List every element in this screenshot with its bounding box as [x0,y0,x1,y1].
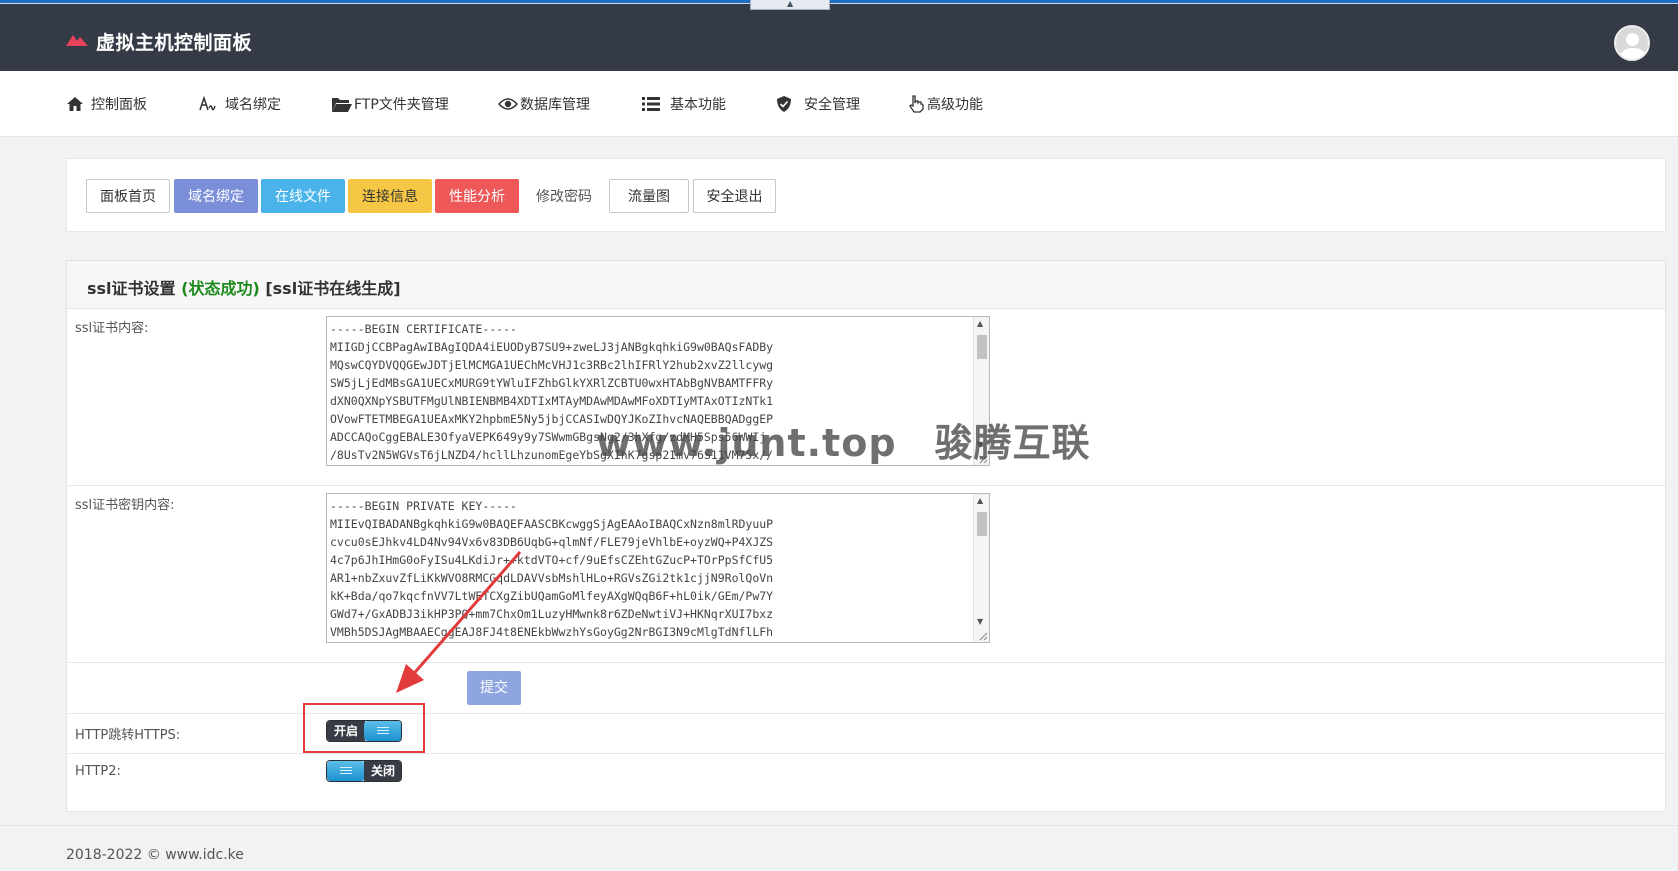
annotation-highlight-box [303,703,425,753]
scroll-up-icon[interactable]: ▲ [977,319,983,328]
ssl-title: ssl证书设置 [87,279,176,298]
key-content: -----BEGIN PRIVATE KEY----- MIIEvQIBADAN… [330,499,774,639]
nav-item-label: 域名绑定 [225,97,281,113]
nav-item-label: 高级功能 [927,97,983,113]
ssl-status: (状态成功) [181,279,260,298]
nav-item-ftp-folders[interactable]: FTP文件夹管理 [332,94,449,114]
logo-mountain-icon [66,35,88,46]
footer-copyright: 2018-2022 © www.idc.ke [66,847,244,863]
folder-open-icon [332,98,352,112]
card-header: ssl证书设置 (状态成功) [ssl证书在线生成] [67,261,1665,309]
http2-toggle[interactable]: 关闭 [326,760,402,782]
nav-item-advanced[interactable]: 高级功能 [908,94,983,114]
cert-label: ssl证书内容: [75,321,149,336]
watermark: www.junt.top 骏腾互联 [596,421,1091,465]
row-divider [67,485,1665,486]
main-nav: 控制面板 域名绑定 FTP文件夹管理 数据库管理 基本功能 安全管理 高级功能 [0,71,1678,137]
logout-button[interactable]: 安全退出 [693,179,776,213]
nav-item-domain-binding[interactable]: 域名绑定 [199,94,281,114]
traffic-chart-button[interactable]: 流量图 [609,179,689,213]
card-title: ssl证书设置 (状态成功) [ssl证书在线生成] [87,275,401,299]
connection-info-button[interactable]: 连接信息 [348,179,432,213]
app-title: 虚拟主机控制面板 [96,32,253,54]
key-label: ssl证书密钥内容: [75,498,175,513]
http2-label: HTTP2: [75,764,121,779]
nav-item-label: FTP文件夹管理 [354,97,449,113]
scroll-up-icon[interactable]: ▲ [977,496,983,505]
hand-pointer-icon [909,95,924,113]
nav-item-database[interactable]: 数据库管理 [498,94,590,114]
performance-analysis-button[interactable]: 性能分析 [435,179,519,213]
nav-item-label: 控制面板 [91,97,147,113]
eye-icon [498,98,518,110]
signature-icon [199,96,216,111]
scroll-down-icon[interactable]: ▼ [977,617,983,626]
nav-item-label: 基本功能 [670,97,726,113]
change-password-button[interactable]: 修改密码 [522,179,606,213]
header-bar: 虚拟主机控制面板 [0,4,1678,71]
domain-binding-button[interactable]: 域名绑定 [174,179,258,213]
chevron-up-icon: ▲ [787,0,794,8]
nav-item-basic-functions[interactable]: 基本功能 [642,94,726,114]
collapse-tab[interactable]: ▲ [750,0,830,10]
list-icon [642,97,660,111]
nav-item-label: 数据库管理 [520,97,590,113]
nav-item-label: 安全管理 [804,97,860,113]
quick-actions-panel: 面板首页 域名绑定 在线文件 连接信息 性能分析 修改密码 流量图 安全退出 [66,158,1666,232]
resize-grip-icon[interactable] [978,631,988,641]
nav-item-security[interactable]: 安全管理 [776,94,860,114]
toggle-state-label: 关闭 [364,761,401,781]
ssl-online-generate-link[interactable]: [ssl证书在线生成] [265,279,400,298]
panel-home-button[interactable]: 面板首页 [86,179,170,213]
user-avatar[interactable] [1614,25,1650,61]
toggle-knob [327,761,365,781]
nav-item-dashboard[interactable]: 控制面板 [67,94,147,114]
key-scrollbar[interactable]: ▲ ▼ [973,494,989,642]
home-icon [67,97,83,111]
row-divider [67,662,1665,663]
row-divider [67,753,1665,754]
online-files-button[interactable]: 在线文件 [261,179,345,213]
submit-button[interactable]: 提交 [467,671,521,705]
key-textarea[interactable]: -----BEGIN PRIVATE KEY----- MIIEvQIBADAN… [326,493,990,643]
shield-icon [777,96,791,112]
http-https-label: HTTP跳转HTTPS: [75,728,181,743]
footer-divider [0,825,1678,826]
